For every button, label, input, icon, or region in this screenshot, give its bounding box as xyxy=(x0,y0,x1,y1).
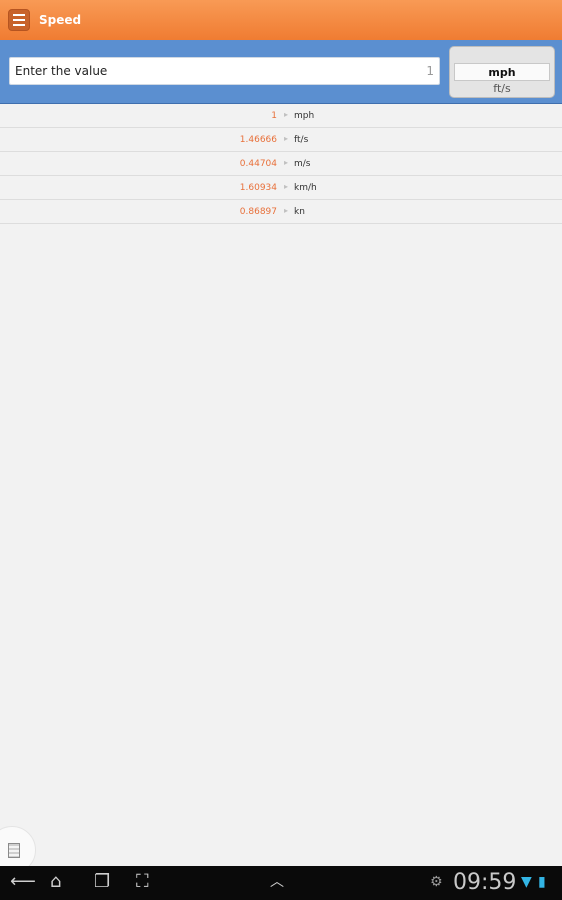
battery-icon: ▮ xyxy=(538,874,546,890)
result-row: 1.60934 ▸ km/h xyxy=(0,176,562,200)
result-row: 0.44704 ▸ m/s xyxy=(0,152,562,176)
result-value: 1 xyxy=(271,111,277,121)
arrow-icon: ▸ xyxy=(284,182,289,191)
result-row: 1.46666 ▸ ft/s xyxy=(0,128,562,152)
result-unit: ft/s xyxy=(294,135,309,145)
calculator-icon[interactable] xyxy=(8,843,20,858)
result-value: 1.60934 xyxy=(239,183,277,193)
arrow-icon: ▸ xyxy=(284,134,289,143)
result-value: 1.46666 xyxy=(239,135,277,145)
arrow-icon: ▸ xyxy=(284,110,289,119)
wifi-icon: ▼ xyxy=(521,874,532,890)
android-debug-icon: ⚙ xyxy=(430,874,443,890)
menu-icon[interactable] xyxy=(8,9,30,31)
value-input-placeholder: Enter the value xyxy=(15,64,108,78)
unit-picker-selected[interactable]: mph xyxy=(454,63,550,81)
value-input-current: 1 xyxy=(426,64,434,78)
chevron-up-icon[interactable]: ︿ xyxy=(270,872,284,892)
status-clock: 09:59 xyxy=(453,870,517,895)
result-unit: km/h xyxy=(294,183,317,193)
value-input[interactable]: Enter the value 1 xyxy=(9,57,440,85)
result-row: 0.86897 ▸ kn xyxy=(0,200,562,224)
arrow-icon: ▸ xyxy=(284,206,289,215)
system-navigation-bar: ⟵ ⌂ ❐ ⛶ ︿ ⚙ 09:59 ▼ ▮ xyxy=(0,866,562,900)
results-list: 1 ▸ mph 1.46666 ▸ ft/s 0.44704 ▸ m/s 1.6… xyxy=(0,104,562,224)
result-unit: mph xyxy=(294,111,315,121)
result-row: 1 ▸ mph xyxy=(0,104,562,128)
recent-apps-icon[interactable]: ❐ xyxy=(94,872,110,892)
title-bar: Speed xyxy=(0,0,562,40)
result-value: 0.86897 xyxy=(239,207,277,217)
input-bar: Enter the value 1 mph ft/s xyxy=(0,40,562,104)
page-title: Speed xyxy=(39,13,82,27)
back-icon[interactable]: ⟵ xyxy=(10,872,36,892)
arrow-icon: ▸ xyxy=(284,158,289,167)
screenshot-icon[interactable]: ⛶ xyxy=(136,872,149,892)
result-unit: m/s xyxy=(294,159,311,169)
result-value: 0.44704 xyxy=(239,159,277,169)
home-icon[interactable]: ⌂ xyxy=(50,872,61,892)
unit-picker[interactable]: mph ft/s xyxy=(449,46,555,98)
unit-picker-next[interactable]: ft/s xyxy=(450,81,554,97)
result-unit: kn xyxy=(294,207,305,217)
